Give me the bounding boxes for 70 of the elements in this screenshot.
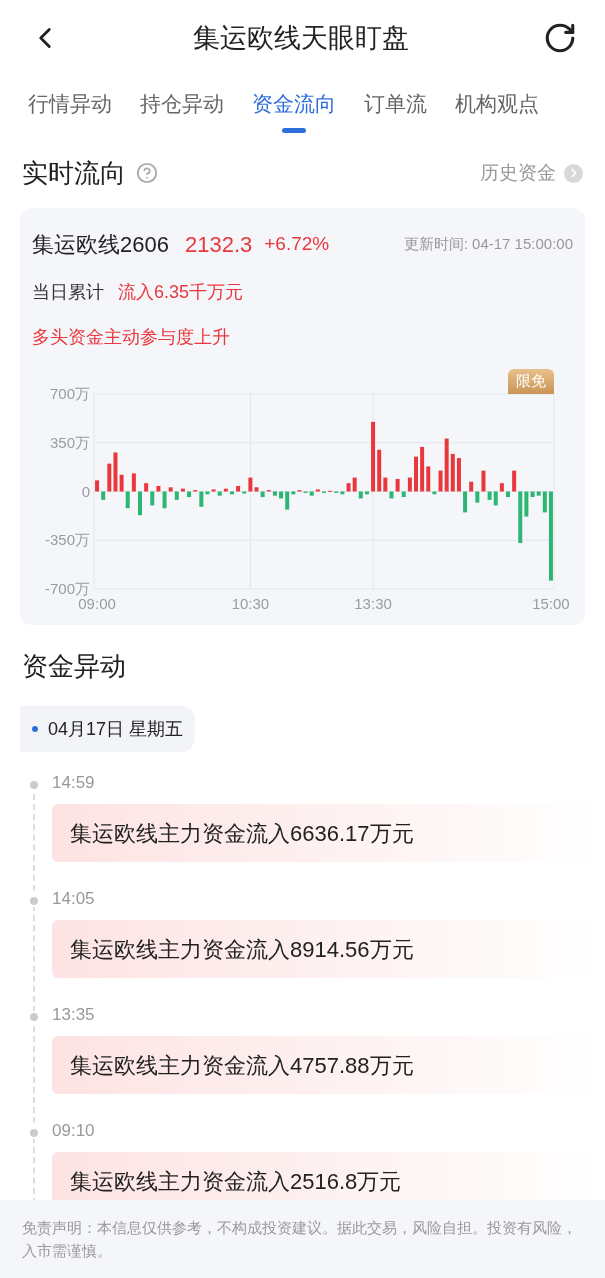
outflow-bar bbox=[150, 491, 155, 506]
refresh-icon bbox=[543, 21, 577, 55]
inflow-bar bbox=[144, 483, 149, 492]
outflow-bar bbox=[401, 491, 406, 498]
axis-label: 350万 bbox=[49, 433, 90, 451]
event-time: 13:35 bbox=[52, 1004, 96, 1026]
outflow-bar bbox=[432, 491, 437, 495]
outflow-bar bbox=[463, 491, 468, 513]
inflow-bar bbox=[315, 489, 320, 492]
inflow-bar bbox=[211, 489, 216, 492]
axis-label: 09:00 bbox=[78, 595, 116, 612]
outflow-bar bbox=[101, 491, 106, 500]
inflow-bar bbox=[180, 488, 185, 492]
axis-label: 0 bbox=[81, 482, 90, 500]
inflow-bar bbox=[499, 483, 504, 492]
outflow-bar bbox=[260, 491, 265, 498]
signal-text: 多头资金主动参与度上升 bbox=[31, 326, 231, 349]
date-text: 04月17日 星期五 bbox=[48, 717, 184, 741]
price: 2132.3 bbox=[184, 231, 253, 259]
axis-label: 700万 bbox=[49, 385, 90, 402]
inflow-bar bbox=[223, 488, 228, 492]
axis-label: 15:00 bbox=[532, 595, 570, 612]
cumulative-value: 流入6.35千万元 bbox=[118, 281, 244, 304]
inflow-bar bbox=[131, 473, 136, 492]
outflow-bar bbox=[272, 491, 277, 496]
change-percent: +6.72% bbox=[264, 232, 330, 257]
refresh-button[interactable] bbox=[543, 21, 577, 55]
inflow-bar bbox=[395, 478, 400, 492]
history-link[interactable]: 历史资金 bbox=[480, 158, 583, 188]
outflow-bar bbox=[138, 491, 142, 516]
inflow-bar bbox=[168, 487, 173, 492]
tab[interactable]: 订单流 bbox=[364, 88, 427, 120]
inflow-bar bbox=[414, 456, 418, 492]
page-title: 集运欧线天眼盯盘 bbox=[191, 21, 410, 55]
outflow-bar bbox=[242, 491, 247, 494]
outflow-bar bbox=[389, 491, 394, 499]
tab[interactable]: 持仓异动 bbox=[140, 88, 224, 120]
outflow-bar bbox=[506, 491, 510, 498]
event-time: 14:59 bbox=[52, 772, 96, 794]
inflow-bar bbox=[236, 485, 241, 492]
inflow-bar bbox=[469, 481, 474, 492]
disclaimer-text: 免责声明：本信息仅供参考，不构成投资建议。据此交易，风险自担。投资有风险，入市需谨慎。 bbox=[0, 1200, 605, 1278]
outflow-bar bbox=[187, 491, 192, 498]
inflow-bar bbox=[512, 470, 517, 492]
free-badge: 限免 bbox=[508, 369, 554, 394]
update-time: 更新时间: 04-17 15:00:00 bbox=[403, 234, 573, 255]
outflow-bar bbox=[174, 491, 179, 500]
axis-label: 13:30 bbox=[354, 595, 392, 612]
tab[interactable]: 行情异动 bbox=[28, 88, 112, 120]
inflow-bar bbox=[95, 480, 100, 492]
tab-indicator bbox=[282, 127, 306, 133]
section-title: 实时流向 bbox=[22, 156, 126, 190]
axis-label: -350万 bbox=[44, 531, 90, 549]
inflow-bar bbox=[407, 477, 412, 492]
axis-label: 10:30 bbox=[231, 595, 270, 612]
outflow-bar bbox=[125, 491, 130, 509]
tab[interactable]: 机构观点 bbox=[455, 88, 539, 120]
tab[interactable]: 资金流向 bbox=[252, 88, 336, 133]
outflow-bar bbox=[230, 491, 234, 495]
axis-label: -700万 bbox=[44, 580, 90, 597]
inflow-bar bbox=[481, 470, 486, 492]
event-time: 14:05 bbox=[52, 888, 96, 910]
outflow-bar bbox=[217, 491, 222, 496]
event-time: 09:10 bbox=[52, 1120, 96, 1142]
outflow-bar bbox=[475, 491, 480, 503]
contract-name: 集运欧线2606 bbox=[32, 231, 169, 259]
section-title: 资金异动 bbox=[21, 650, 127, 683]
outflow-bar bbox=[162, 491, 167, 509]
cumulative-label: 当日累计 bbox=[32, 281, 104, 304]
inflow-bar bbox=[156, 485, 161, 492]
